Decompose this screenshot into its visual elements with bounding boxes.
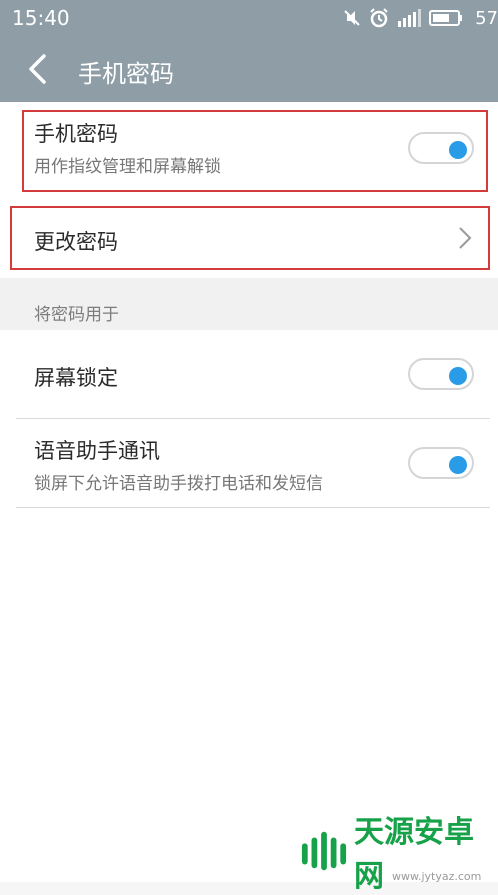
watermark-url: www.jytyaz.com — [392, 870, 482, 883]
alarm-clock-icon — [370, 8, 388, 28]
screen-lock-toggle[interactable] — [408, 358, 474, 390]
voice-assistant-title: 语音助手通讯 — [34, 439, 160, 463]
toggle-knob — [449, 367, 467, 385]
screen-lock-row[interactable]: 屏幕锁定 — [0, 330, 498, 418]
section-label: 将密码用于 — [34, 305, 119, 325]
toggle-knob — [449, 456, 467, 474]
watermark: 天源安卓网 — [300, 815, 498, 894]
highlight-box-change-password — [10, 206, 490, 270]
status-time: 15:40 — [12, 6, 70, 30]
mute-icon — [344, 10, 360, 26]
android-logo-icon — [301, 831, 347, 871]
divider — [16, 507, 490, 508]
status-bar: 15:40 57 — [0, 0, 498, 36]
screen-lock-title: 屏幕锁定 — [34, 366, 118, 390]
back-arrow-icon[interactable] — [26, 54, 50, 84]
voice-assistant-subtitle: 锁屏下允许语音助手拨打电话和发短信 — [34, 474, 323, 494]
page-title: 手机密码 — [78, 60, 174, 88]
status-icons: 57 — [343, 7, 498, 29]
signal-icon — [398, 9, 422, 27]
voice-assistant-row[interactable]: 语音助手通讯 锁屏下允许语音助手拨打电话和发短信 — [0, 419, 498, 507]
voice-assistant-toggle[interactable] — [408, 447, 474, 479]
app-bar: 手机密码 — [0, 36, 498, 102]
usage-settings-card: 屏幕锁定 语音助手通讯 锁屏下允许语音助手拨打电话和发短信 — [0, 330, 498, 882]
highlight-box-phone-password — [22, 110, 488, 192]
battery-percent: 57 — [475, 7, 498, 29]
battery-icon — [429, 10, 463, 26]
